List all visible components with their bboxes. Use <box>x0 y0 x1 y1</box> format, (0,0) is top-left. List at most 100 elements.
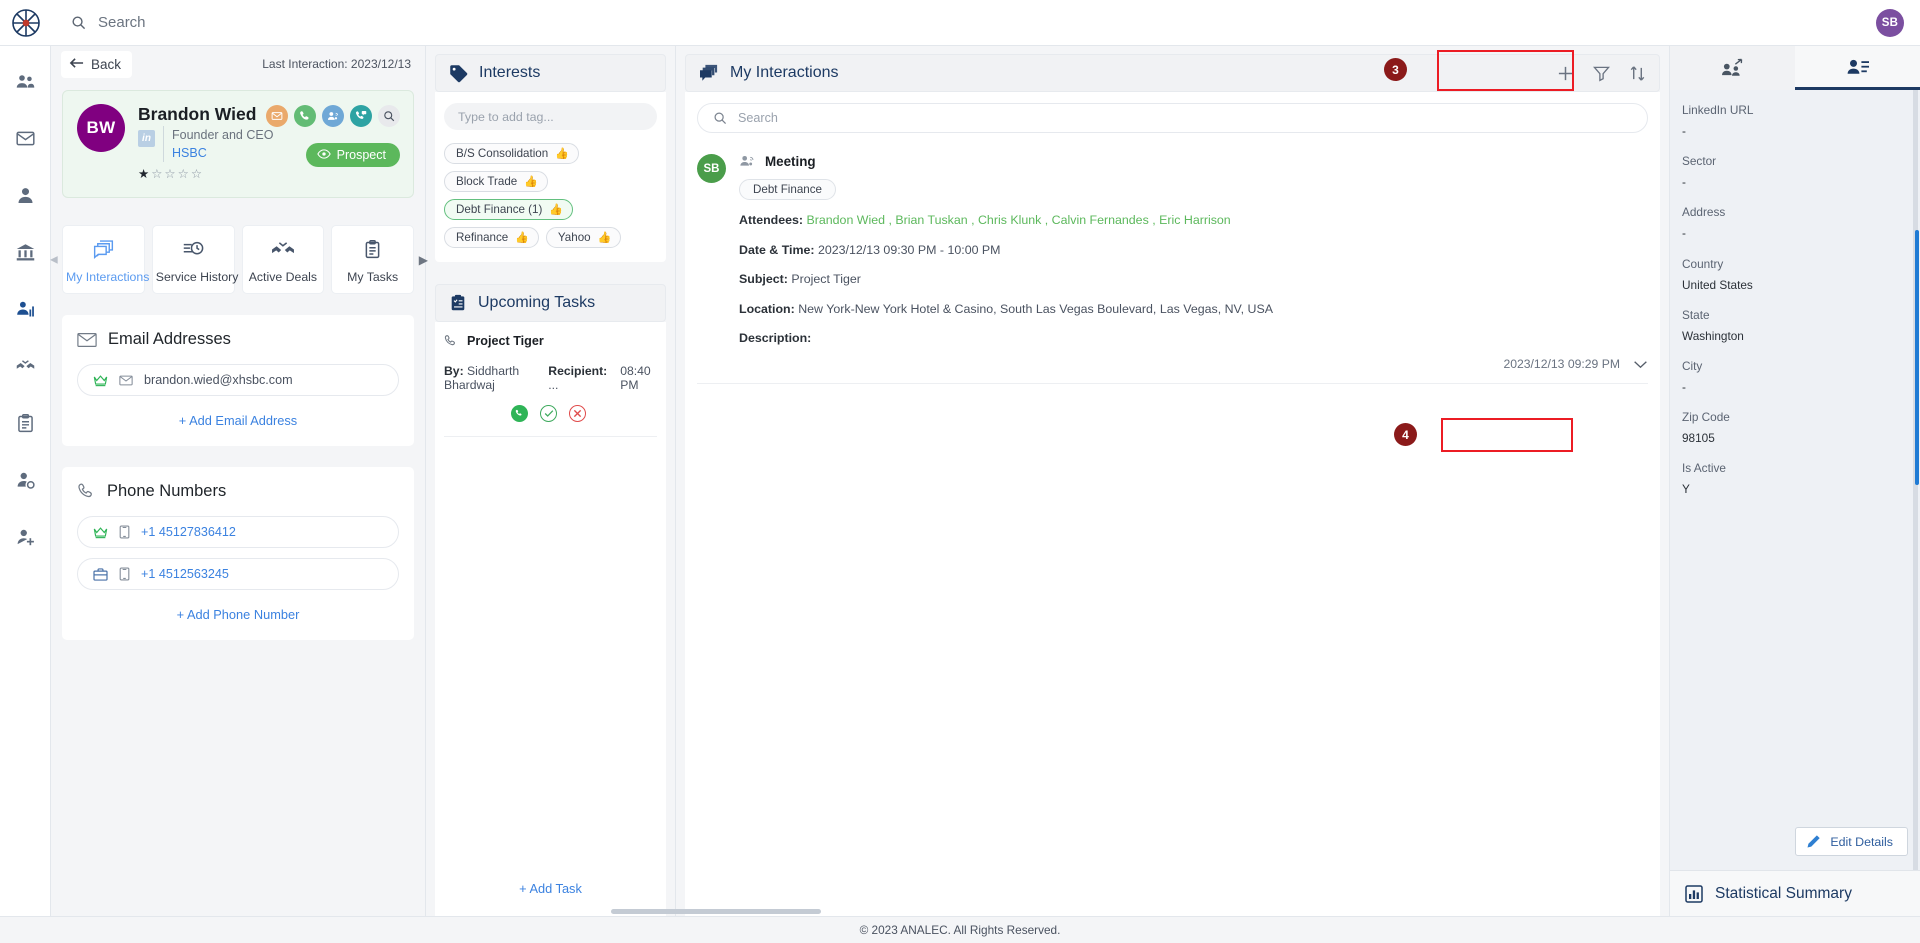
field-value: - <box>1682 380 1686 395</box>
user-avatar[interactable]: SB <box>1876 8 1904 37</box>
person-gear-icon <box>17 472 35 489</box>
interaction-tag[interactable]: Debt Finance <box>739 179 836 200</box>
add-interaction-button[interactable] <box>1557 65 1574 82</box>
meeting-icon <box>327 111 338 120</box>
thumbs-up-icon[interactable]: 👍 <box>555 147 569 160</box>
panel-title-label: Phone Numbers <box>107 482 227 501</box>
task-complete-action[interactable] <box>540 405 557 422</box>
linkedin-icon[interactable]: in <box>138 130 155 148</box>
phone-message-action[interactable] <box>350 105 372 127</box>
search-icon <box>384 111 395 122</box>
search-input[interactable] <box>98 14 398 31</box>
thumbs-up-icon[interactable]: 👍 <box>524 175 538 188</box>
interest-tag[interactable]: B/S Consolidation 👍 <box>444 143 579 164</box>
profile-organization[interactable]: HSBC <box>172 144 273 162</box>
statistical-summary-bar[interactable]: Statistical Summary <box>1670 870 1920 916</box>
interest-tag[interactable]: Refinance 👍 <box>444 227 539 248</box>
settings-person-nav[interactable] <box>8 463 42 497</box>
back-button[interactable]: Back <box>61 50 133 78</box>
interactions-tools <box>1557 65 1646 82</box>
interaction-avatar: SB <box>697 154 726 183</box>
add-tag-input[interactable] <box>444 103 657 130</box>
phone-row[interactable]: +1 45127836412 <box>77 516 399 549</box>
task-item[interactable]: Project Tiger <box>444 334 657 348</box>
phone-row[interactable]: +1 4512563245 <box>77 558 399 591</box>
interactions-search-input[interactable] <box>738 111 1632 125</box>
mail-nav[interactable] <box>8 121 42 155</box>
add-email-button[interactable]: + Add Email Address <box>77 413 399 428</box>
tab-my-tasks[interactable]: My Tasks <box>331 225 414 295</box>
thumbs-up-icon[interactable]: 👍 <box>515 231 529 244</box>
interaction-datetime: Date & Time: 2023/12/13 09:30 PM - 10:00… <box>739 241 1648 260</box>
deals-nav[interactable] <box>8 349 42 383</box>
thumbs-up-icon[interactable]: 👍 <box>598 231 612 244</box>
field-label: City <box>1682 358 1703 373</box>
field-value: Y <box>1682 482 1690 497</box>
interaction-item[interactable]: SB Meeting Debt Finance Attendees: Brand… <box>697 154 1648 385</box>
tasks-nav[interactable] <box>8 406 42 440</box>
interest-tag[interactable]: Debt Finance (1) 👍 <box>444 199 574 220</box>
relationship-tab[interactable] <box>1670 46 1795 90</box>
thumbs-up-icon[interactable]: 👍 <box>549 203 563 216</box>
tab-service-history[interactable]: Service History <box>151 225 238 295</box>
interaction-main: Meeting Debt Finance Attendees: Brandon … <box>739 154 1648 371</box>
send-email-action[interactable] <box>266 105 288 127</box>
email-row[interactable]: brandon.wied@xhsbc.com <box>77 364 399 397</box>
add-task-button[interactable]: + Add Task <box>444 881 657 902</box>
app-root: SB <box>0 0 1920 943</box>
details-tab[interactable] <box>1795 46 1920 90</box>
profile-rating[interactable]: ★☆☆☆☆ <box>138 166 399 181</box>
horizontal-scrollbar-thumb[interactable] <box>611 909 821 914</box>
profile-tabs: ◀ My Interactions Service History Active… <box>50 225 428 295</box>
tabs-next-arrow[interactable]: ▶ <box>419 253 428 267</box>
add-person-nav[interactable] <box>8 520 42 554</box>
filter-interactions-button[interactable] <box>1593 65 1610 82</box>
field-value: - <box>1682 124 1686 139</box>
status-label: Prospect <box>336 148 386 162</box>
details-scrollbar-thumb[interactable] <box>1915 230 1919 485</box>
plus-icon <box>1558 66 1573 80</box>
tab-label: My Interactions <box>66 270 150 285</box>
interest-tag[interactable]: Yahoo 👍 <box>545 227 622 248</box>
app-logo[interactable] <box>0 0 51 46</box>
mobile-icon <box>119 567 130 581</box>
global-search[interactable] <box>51 14 1876 31</box>
tab-my-interactions[interactable]: My Interactions <box>62 225 150 295</box>
edit-details-button[interactable]: Edit Details <box>1795 827 1908 856</box>
tab-active-deals[interactable]: Active Deals <box>241 225 325 295</box>
edit-details-row: Edit Details <box>1795 827 1908 856</box>
description-label: Description: <box>739 331 812 346</box>
interest-tag[interactable]: Block Trade 👍 <box>444 171 548 192</box>
handshake-check-icon <box>16 359 34 369</box>
task-call-action[interactable] <box>511 405 528 422</box>
sort-interactions-button[interactable] <box>1629 65 1646 82</box>
phone-icon <box>300 111 309 120</box>
interaction-description: Description: <box>739 329 1648 348</box>
call-action[interactable] <box>294 105 316 127</box>
add-phone-button[interactable]: + Add Phone Number <box>77 607 399 622</box>
interactions-search[interactable] <box>697 103 1648 133</box>
interaction-footer: 2023/12/13 09:29 PM <box>739 357 1648 371</box>
chevron-down-icon[interactable] <box>1633 360 1648 369</box>
chat-stack-icon <box>66 237 141 261</box>
analytics-nav[interactable] <box>8 292 42 326</box>
institutions-nav[interactable] <box>8 235 42 269</box>
search-action[interactable] <box>378 105 400 127</box>
panel-title-label: Email Addresses <box>108 330 231 349</box>
contacts-nav[interactable] <box>8 64 42 98</box>
status-badge[interactable]: Prospect <box>305 143 400 167</box>
tabs-prev-arrow[interactable]: ◀ <box>50 254 58 265</box>
task-cancel-action[interactable] <box>569 405 586 422</box>
meeting-action[interactable] <box>322 105 344 127</box>
field-value: 98105 <box>1682 431 1715 446</box>
chat-stack-icon <box>699 64 719 82</box>
person-nav[interactable] <box>8 178 42 212</box>
upcoming-tasks-header: Upcoming Tasks <box>435 284 666 322</box>
analec-logo-icon <box>11 8 40 37</box>
interests-column: Interests B/S Consolidation 👍 Block Trad… <box>426 46 676 916</box>
task-recipient-value: ... <box>548 378 559 392</box>
crown-icon <box>93 374 108 387</box>
phone-icon <box>77 482 96 501</box>
annotation-marker-4: 4 <box>1394 423 1417 446</box>
profile-avatar: BW <box>77 104 125 152</box>
